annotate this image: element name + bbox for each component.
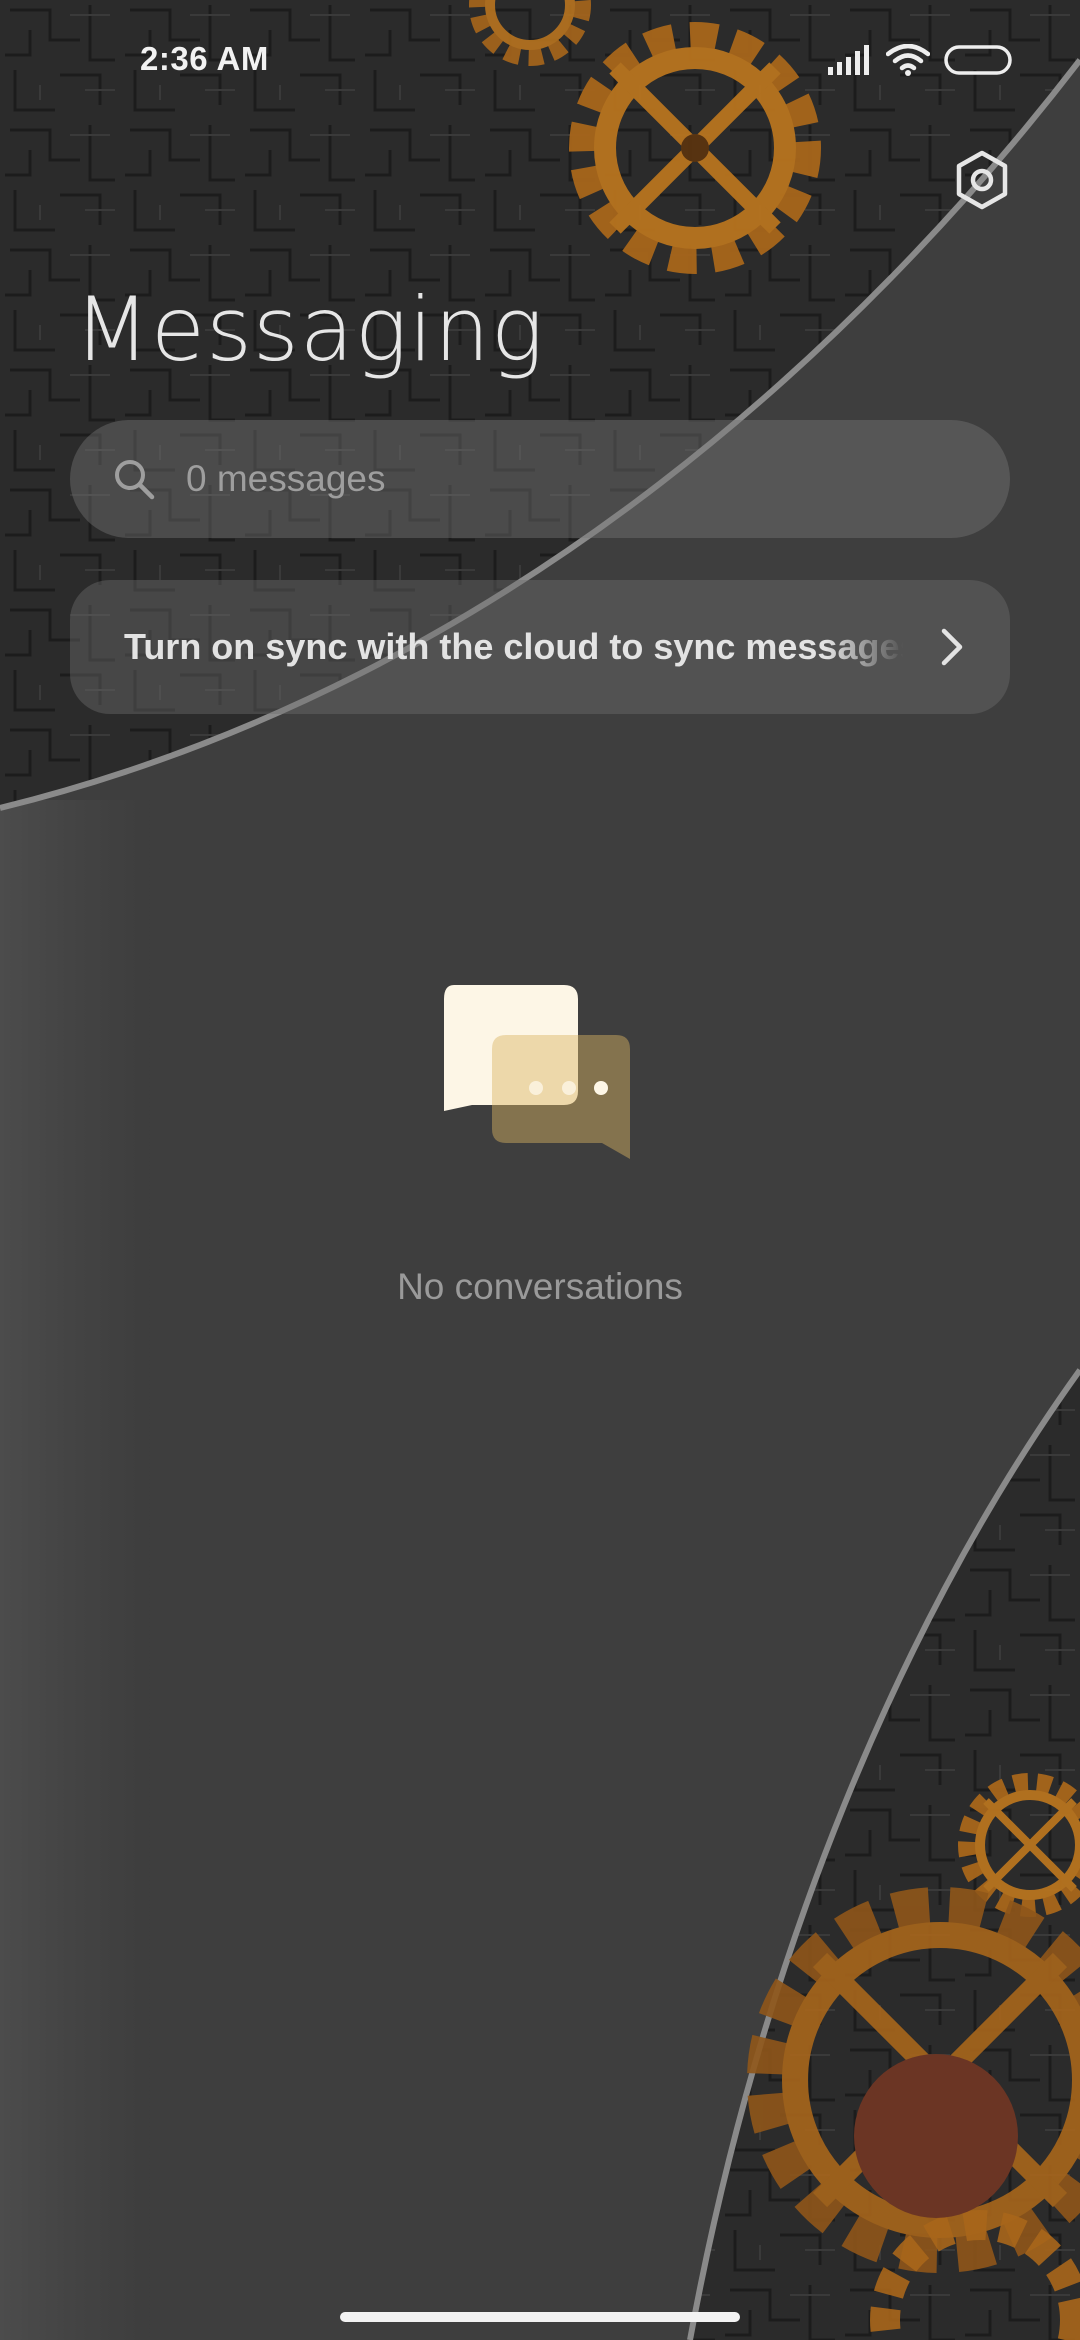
chat-bubbles-icon (444, 985, 630, 1159)
search-icon (115, 460, 155, 500)
status-bar: 2:36 AM (0, 0, 1080, 126)
status-time: 2:36 AM (140, 40, 269, 77)
page-title: Messaging (74, 278, 545, 381)
wifi-icon (886, 44, 930, 76)
messaging-screen: 2:36 AM Messaging 0 messages Turn on syn… (0, 0, 1080, 2340)
gear-icon (956, 150, 1008, 210)
signal-icon (828, 45, 869, 75)
settings-button[interactable] (950, 148, 1014, 212)
search-input[interactable] (184, 457, 948, 501)
compose-button[interactable] (854, 2054, 1018, 2218)
search-bar[interactable] (70, 420, 1010, 538)
chevron-right-icon (934, 623, 970, 671)
sync-banner-text: Turn on sync with the cloud to sync mess… (124, 626, 904, 667)
battery-icon (944, 45, 1012, 75)
status-icons (828, 44, 1012, 76)
home-indicator[interactable] (340, 2312, 740, 2322)
sync-banner[interactable]: Turn on sync with the cloud to sync mess… (70, 580, 1010, 714)
empty-state-label: No conversations (397, 1266, 683, 1307)
